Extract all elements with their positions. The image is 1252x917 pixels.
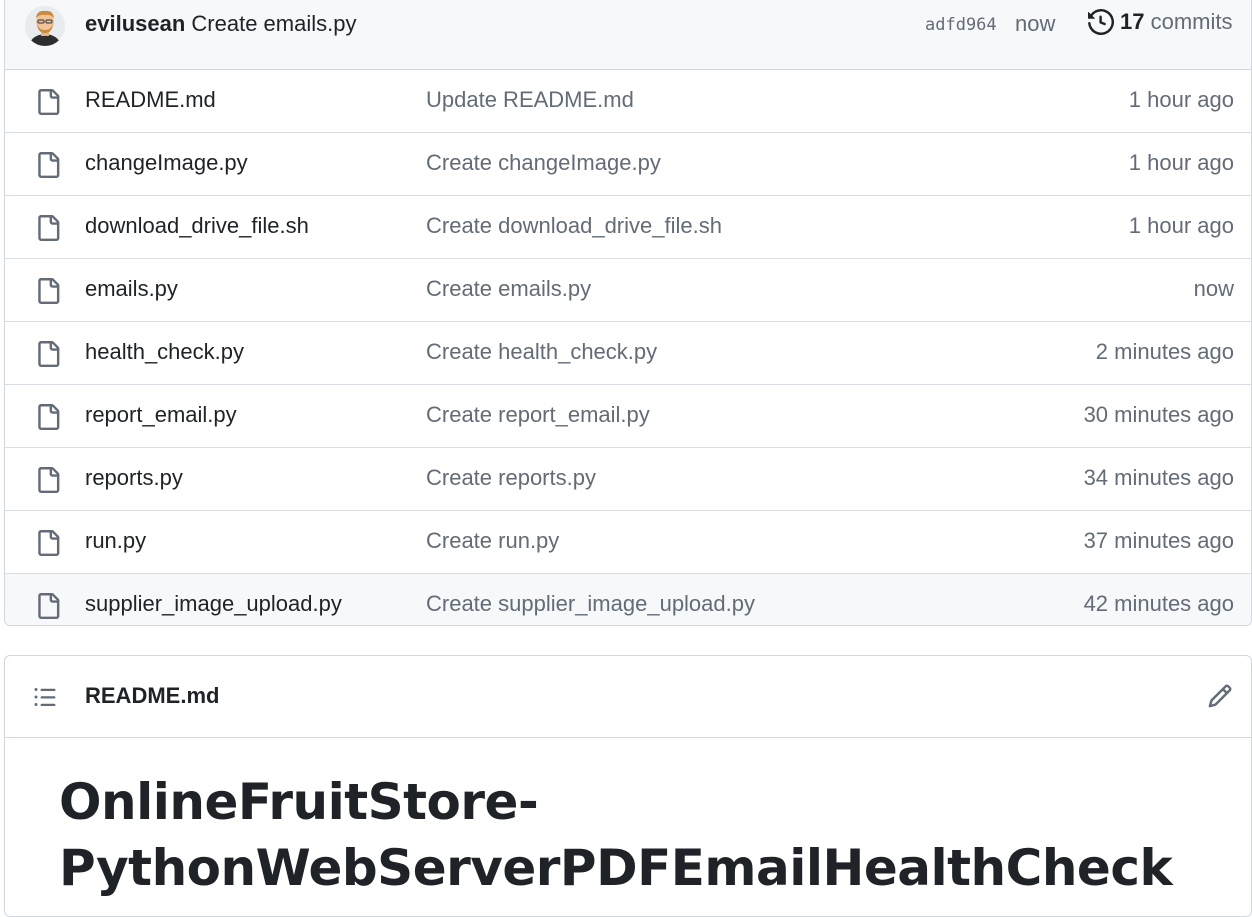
file-commit-link[interactable]: Create reports.py xyxy=(426,465,596,491)
file-age: now xyxy=(1193,276,1234,301)
file-name-link[interactable]: changeImage.py xyxy=(85,150,248,176)
history-icon xyxy=(1088,9,1114,35)
commit-count: 17 xyxy=(1120,9,1145,34)
file-name-link[interactable]: emails.py xyxy=(85,276,178,302)
file-name-link[interactable]: supplier_image_upload.py xyxy=(85,591,342,617)
commit-author[interactable]: evilusean xyxy=(85,11,185,36)
file-name-link[interactable]: run.py xyxy=(85,528,146,554)
file-browser: evilusean Create emails.py adfd964 now 1… xyxy=(4,0,1252,626)
commit-message-link[interactable]: Create emails.py xyxy=(191,11,356,36)
file-age: 30 minutes ago xyxy=(1083,402,1234,427)
file-icon xyxy=(35,88,61,121)
file-age: 37 minutes ago xyxy=(1083,528,1234,553)
avatar-image xyxy=(25,6,65,46)
list-unordered-icon[interactable] xyxy=(33,685,57,709)
file-commit-link[interactable]: Create report_email.py xyxy=(426,402,650,428)
commit-time: now xyxy=(1015,11,1056,36)
latest-commit-bar: evilusean Create emails.py adfd964 now 1… xyxy=(5,0,1251,70)
file-name-link[interactable]: README.md xyxy=(85,87,216,113)
file-age: 1 hour ago xyxy=(1128,213,1234,238)
file-row[interactable]: emails.py Create emails.py now xyxy=(5,259,1251,322)
readme-heading-line1: OnlineFruitStore- xyxy=(59,773,539,831)
file-list: README.md Update README.md 1 hour ago chang… xyxy=(5,70,1251,625)
file-age: 1 hour ago xyxy=(1128,150,1234,175)
commits-history-link[interactable]: 17 commits xyxy=(1088,9,1233,35)
file-age: 1 hour ago xyxy=(1128,87,1234,112)
file-icon xyxy=(35,214,61,247)
file-icon xyxy=(35,466,61,499)
file-commit-link[interactable]: Create download_drive_file.sh xyxy=(426,213,722,239)
pencil-icon[interactable] xyxy=(1207,683,1233,709)
file-icon xyxy=(35,340,61,373)
readme-file-label[interactable]: README.md xyxy=(85,683,219,709)
file-name-link[interactable]: report_email.py xyxy=(85,402,237,428)
readme-header: README.md xyxy=(5,656,1251,738)
file-name-link[interactable]: download_drive_file.sh xyxy=(85,213,309,239)
file-age: 2 minutes ago xyxy=(1095,339,1234,364)
file-name-link[interactable]: health_check.py xyxy=(85,339,244,365)
file-row[interactable]: reports.py Create reports.py 34 minutes ag… xyxy=(5,448,1251,511)
file-name-link[interactable]: reports.py xyxy=(85,465,183,491)
file-row[interactable]: changeImage.py Create changeImage.py 1 hou… xyxy=(5,133,1251,196)
file-icon xyxy=(35,529,61,562)
file-row[interactable]: README.md Update README.md 1 hour ago xyxy=(5,70,1251,133)
file-commit-link[interactable]: Update README.md xyxy=(426,87,634,113)
latest-commit-message: evilusean Create emails.py xyxy=(85,11,356,37)
file-row[interactable]: run.py Create run.py 37 minutes ago xyxy=(5,511,1251,574)
file-commit-link[interactable]: Create emails.py xyxy=(426,276,591,302)
readme-heading: OnlineFruitStore- PythonWebServerPDFEmai… xyxy=(59,769,1209,901)
avatar[interactable] xyxy=(25,6,65,46)
file-row[interactable]: health_check.py Create health_check.py 2 m… xyxy=(5,322,1251,385)
file-row[interactable]: download_drive_file.sh Create download_dr… xyxy=(5,196,1251,259)
file-icon xyxy=(35,403,61,436)
file-row[interactable]: report_email.py Create report_email.py 30 … xyxy=(5,385,1251,448)
file-row[interactable]: supplier_image_upload.py Create supplier_… xyxy=(5,574,1251,625)
file-icon xyxy=(35,592,61,625)
file-commit-link[interactable]: Create supplier_image_upload.py xyxy=(426,591,755,617)
readme-panel: README.md OnlineFruitStore- PythonWebSer… xyxy=(4,655,1252,917)
file-commit-link[interactable]: Create health_check.py xyxy=(426,339,657,365)
file-age: 42 minutes ago xyxy=(1083,591,1234,616)
file-age: 34 minutes ago xyxy=(1083,465,1234,490)
commits-label: commits xyxy=(1150,9,1233,34)
file-commit-link[interactable]: Create changeImage.py xyxy=(426,150,661,176)
commit-hash[interactable]: adfd964 xyxy=(925,15,997,35)
file-icon xyxy=(35,277,61,310)
file-icon xyxy=(35,151,61,184)
readme-heading-line2: PythonWebServerPDFEmailHealthCheck xyxy=(59,839,1173,897)
file-commit-link[interactable]: Create run.py xyxy=(426,528,559,554)
